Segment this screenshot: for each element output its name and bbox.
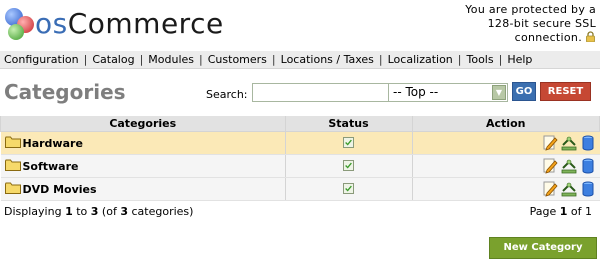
status-enabled-icon[interactable] — [343, 182, 354, 194]
logo-balls-icon — [5, 8, 39, 42]
menu-configuration[interactable]: Configuration — [0, 53, 82, 66]
delete-icon[interactable] — [580, 158, 596, 174]
logo-prefix: os — [35, 7, 68, 40]
move-icon[interactable] — [561, 135, 577, 151]
menu-catalog[interactable]: Catalog — [89, 53, 137, 66]
parent-category-value: -- Top -- — [393, 85, 439, 99]
table-row[interactable]: Hardware — [0, 131, 600, 155]
page-title: Categories — [4, 80, 126, 104]
chevron-down-icon[interactable]: ▼ — [492, 85, 506, 100]
status-enabled-icon[interactable] — [343, 159, 354, 171]
table-row[interactable]: DVD Movies — [0, 177, 600, 201]
folder-icon — [4, 136, 21, 148]
category-name[interactable]: Software — [23, 160, 79, 173]
reset-button[interactable]: RESET — [540, 82, 591, 101]
parent-category-select[interactable]: -- Top -- ▼ — [388, 83, 508, 102]
column-header-categories: Categories — [0, 116, 286, 132]
page-indicator: Page 1 of 1 — [529, 205, 592, 218]
ssl-line-2: 128-bit secure SSL — [487, 17, 596, 30]
menu-locations-taxes[interactable]: Locations / Taxes — [278, 53, 377, 66]
search-input[interactable] — [252, 83, 392, 102]
column-header-status: Status — [284, 116, 413, 132]
main-menu: Configuration | Catalog | Modules | Customers |… — [0, 51, 600, 69]
lock-icon — [586, 31, 595, 42]
delete-icon[interactable] — [580, 135, 596, 151]
category-name[interactable]: DVD Movies — [23, 183, 97, 196]
column-header-action: Action — [411, 116, 600, 132]
ssl-notice: You are protected by a 128-bit secure SS… — [446, 3, 596, 45]
categories-table: Categories Status Action Hardware Softwa… — [0, 116, 600, 201]
menu-help[interactable]: Help — [504, 53, 535, 66]
ssl-line-1: You are protected by a — [465, 3, 596, 16]
menu-localization[interactable]: Localization — [385, 53, 456, 66]
logo-suffix: Commerce — [67, 7, 224, 40]
move-icon[interactable] — [561, 181, 577, 197]
search-label: Search: — [206, 88, 248, 101]
pagination-summary: Displaying 1 to 3 (of 3 categories) — [4, 205, 194, 218]
move-icon[interactable] — [561, 158, 577, 174]
menu-tools[interactable]: Tools — [464, 53, 497, 66]
status-enabled-icon[interactable] — [343, 136, 354, 148]
menu-customers[interactable]: Customers — [205, 53, 270, 66]
new-category-button[interactable]: New Category — [489, 237, 597, 259]
go-button[interactable]: GO — [512, 82, 536, 101]
menu-modules[interactable]: Modules — [145, 53, 197, 66]
edit-icon[interactable] — [542, 135, 558, 151]
ssl-line-3: connection. — [514, 31, 582, 44]
edit-icon[interactable] — [542, 181, 558, 197]
folder-icon — [4, 182, 21, 194]
edit-icon[interactable] — [542, 158, 558, 174]
delete-icon[interactable] — [580, 181, 596, 197]
table-row[interactable]: Software — [0, 154, 600, 178]
folder-icon — [4, 159, 21, 171]
category-name[interactable]: Hardware — [23, 137, 83, 150]
oscommerce-logo: osCommerce — [5, 6, 223, 42]
